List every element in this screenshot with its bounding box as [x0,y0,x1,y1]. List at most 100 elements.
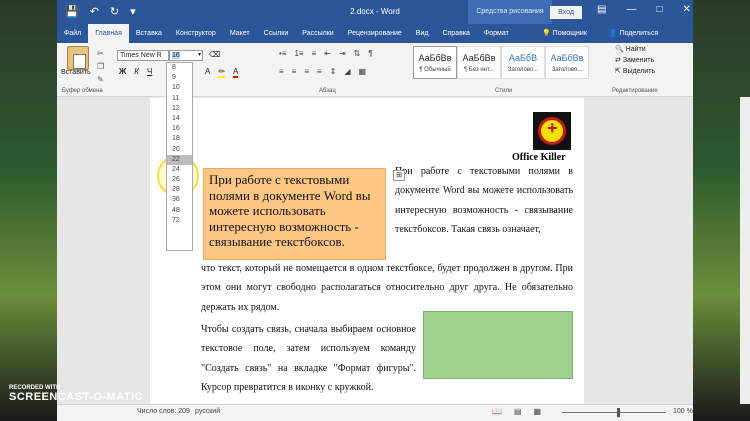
multilevel-icon[interactable]: ≡ [312,49,317,58]
share-button[interactable]: 👤 Поделиться [609,24,658,43]
shading-icon[interactable]: ◢ [344,67,350,76]
clipboard-icons: ✂ ❐ ✎ [97,49,104,84]
font-size-option[interactable]: 18 [167,134,192,144]
font-size-option[interactable]: 9 [167,73,192,83]
font-size-option[interactable]: 8 [167,63,192,73]
paste-icon[interactable] [67,46,89,70]
ribbon-display-icon[interactable]: ▤ [597,4,606,15]
tab-review[interactable]: Рецензирование [341,24,409,43]
font-name-input[interactable]: Times New R [117,50,169,61]
zoom-slider[interactable] [562,412,666,413]
font-size-option[interactable]: 36 [167,195,192,205]
zoom-slider-thumb[interactable] [617,408,620,417]
tab-layout[interactable]: Макет [223,24,257,43]
line-spacing-icon[interactable]: ⇕ [330,67,337,76]
font-size-option[interactable]: 11 [167,94,192,104]
style-sample: АаБбВ [508,53,538,63]
tabs-right: 💡 Помощник 👤 Поделиться [542,24,658,43]
font-size-option[interactable]: 12 [167,104,192,114]
pilcrow-icon[interactable]: ¶ [368,49,372,58]
close-icon[interactable]: ✕ [683,4,691,15]
sort-icon[interactable]: ⇅ [354,49,361,58]
tab-design[interactable]: Конструктор [169,24,223,43]
decrease-indent-icon[interactable]: ⇤ [324,49,331,58]
justify-icon[interactable]: ≡ [317,67,322,76]
font-size-option[interactable]: 10 [167,83,192,93]
style-normal[interactable]: АаБбВв ¶ Обычный [413,46,457,79]
bullets-icon[interactable]: •≡ [279,49,286,58]
replace-button[interactable]: ⇄ Заменить [615,56,655,64]
clipboard-group-label: Буфер обмена [62,88,103,94]
clear-format-icon[interactable]: ⌫ [209,50,220,59]
paste-label[interactable]: Вставить [61,69,91,76]
format-painter-icon[interactable]: ✎ [97,75,104,84]
login-button[interactable]: Вход [550,6,582,19]
view-buttons: 📖 ▤ ▦ [492,407,541,416]
language-indicator[interactable]: русский [195,408,220,415]
select-button[interactable]: ⇱ Выделить [615,67,655,75]
font-color-icon[interactable]: A [233,67,239,78]
paragraph-row-1: •≡ 1≡ ≡ ⇤ ⇥ ⇅ ¶ [279,49,373,58]
cut-icon[interactable]: ✂ [97,49,104,58]
editing-group: 🔍 Найти ⇄ Заменить ⇱ Выделить [615,45,655,75]
layout-options-icon[interactable]: ⊞ [393,170,405,181]
chevron-down-icon[interactable]: ▾ [198,51,201,60]
tab-home[interactable]: Главная [88,24,129,43]
align-center-icon[interactable]: ≡ [292,67,297,76]
align-left-icon[interactable]: ≡ [279,67,284,76]
tab-help[interactable]: Справка [435,24,476,43]
numbering-icon[interactable]: 1≡ [294,49,303,58]
style-no-spacing[interactable]: АаБбВв ¶ Без инт... [457,46,501,79]
font-size-option[interactable]: 16 [167,124,192,134]
font-format-row: Ж К Ч [119,67,152,76]
increase-indent-icon[interactable]: ⇥ [339,49,346,58]
minimize-icon[interactable]: — [626,4,636,15]
style-heading-1[interactable]: АаБбВ Заголово... [501,46,545,79]
maximize-icon[interactable]: □ [656,4,662,15]
web-layout-icon[interactable]: ▦ [534,407,542,416]
font-size-option[interactable]: 20 [167,145,192,155]
borders-icon[interactable]: ▦ [359,67,367,76]
bold-button[interactable]: Ж [119,67,126,76]
tab-mailings[interactable]: Рассылки [295,24,340,43]
font-size-option[interactable]: 14 [167,114,192,124]
tab-format[interactable]: Формат [477,24,516,43]
ribbon: Вставить ✂ ❐ ✎ Буфер обмена Times New R … [57,43,693,97]
font-size-input[interactable]: 16 ▾ [169,50,203,61]
read-mode-icon[interactable]: 📖 [492,407,502,416]
assistant-button[interactable]: 💡 Помощник [542,24,587,43]
zoom-level[interactable]: 100 % [673,408,693,415]
find-button[interactable]: 🔍 Найти [615,45,655,53]
textbox-green[interactable] [423,311,573,379]
align-right-icon[interactable]: ≡ [304,67,309,76]
share-label: Поделиться [619,30,659,37]
print-layout-icon[interactable]: ▤ [514,407,522,416]
word-count[interactable]: Число слов: 209 [137,408,190,415]
office-killer-logo [533,112,571,150]
title-bar: 💾 ↶ ↻ ▾ 2.docx - Word Средства рисования… [57,0,693,24]
textbox-orange[interactable]: При работе с текстовыми полями в докумен… [203,168,386,260]
style-heading-2[interactable]: АаБбВв Заголово... [545,46,589,79]
font-size-option[interactable]: 24 [167,165,192,175]
find-label: Найти [625,46,646,53]
select-label: Выделить [622,68,656,75]
tab-view[interactable]: Вид [409,24,436,43]
styles-gallery: АаБбВв ¶ Обычный АаБбВв ¶ Без инт... АаБ… [413,46,589,79]
italic-button[interactable]: К [134,67,139,76]
tab-file[interactable]: Файл [57,24,88,43]
vertical-scrollbar[interactable] [740,97,750,404]
replace-label: Заменить [622,57,655,64]
highlight-icon[interactable]: ✏ [218,67,226,78]
copy-icon[interactable]: ❐ [97,62,104,71]
font-size-option[interactable]: 72 [167,216,192,226]
underline-button[interactable]: Ч [147,67,152,76]
font-size-option[interactable]: 48 [167,206,192,216]
paragraph-row-2: ≡ ≡ ≡ ≡ ⇕ ◢ ▦ [279,67,366,76]
tab-insert[interactable]: Вставка [129,24,169,43]
font-size-option[interactable]: 26 [167,175,192,185]
tab-references[interactable]: Ссылки [257,24,296,43]
styles-group-label: Стили [495,88,513,94]
text-effects-icon[interactable]: A [205,67,210,78]
font-size-option-highlighted[interactable]: 22 [167,154,192,165]
font-size-option[interactable]: 28 [167,185,192,195]
